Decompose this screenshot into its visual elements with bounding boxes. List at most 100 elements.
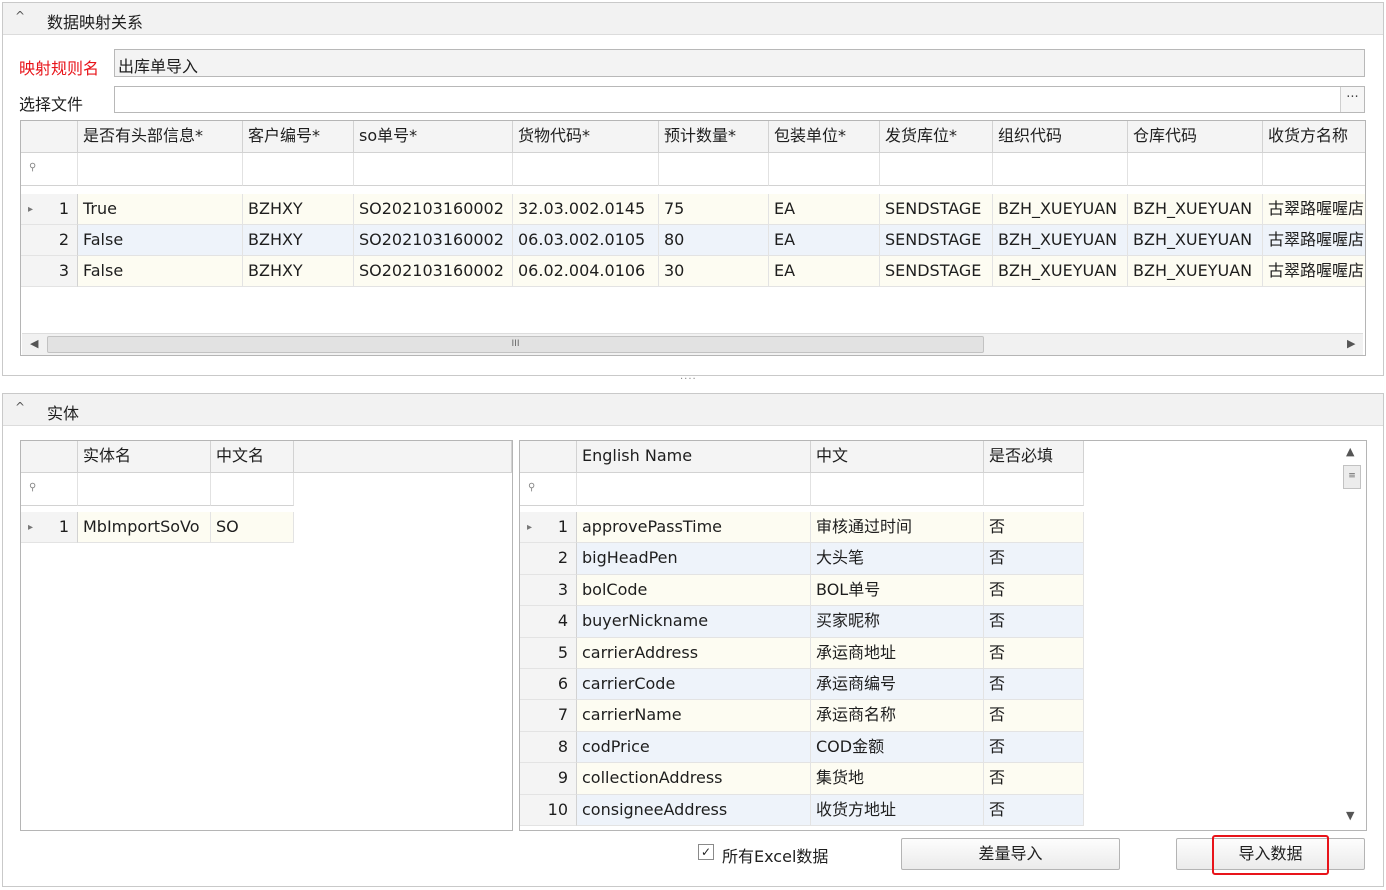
filter-cell[interactable] bbox=[354, 153, 513, 186]
column-header[interactable]: 客户编号* bbox=[243, 121, 354, 153]
grid-cell[interactable]: carrierAddress bbox=[577, 637, 811, 669]
grid-cell[interactable]: 否 bbox=[984, 700, 1084, 732]
grid-cell[interactable]: 30 bbox=[659, 256, 769, 287]
grid-cell[interactable]: 否 bbox=[984, 763, 1084, 795]
grid-cell[interactable]: 承运商名称 bbox=[811, 700, 984, 732]
grid-cell[interactable]: SO202103160002 bbox=[354, 194, 513, 225]
grid-cell[interactable]: BZH_XUEYUAN bbox=[993, 194, 1128, 225]
grid-cell[interactable]: EA bbox=[769, 256, 880, 287]
filter-cell[interactable] bbox=[984, 473, 1084, 506]
column-header[interactable]: 包装单位* bbox=[769, 121, 880, 153]
column-header[interactable]: 组织代码 bbox=[993, 121, 1128, 153]
grid-cell[interactable]: BZHXY bbox=[243, 225, 354, 256]
grid-cell[interactable]: 买家昵称 bbox=[811, 606, 984, 638]
field-grid-vscrollbar[interactable]: ▲ ≡ ▼ bbox=[1338, 441, 1366, 830]
filter-cell[interactable] bbox=[211, 473, 294, 506]
column-header[interactable]: 发货库位* bbox=[880, 121, 993, 153]
browse-file-button[interactable]: ··· bbox=[1340, 87, 1364, 112]
grid-cell[interactable]: bigHeadPen bbox=[577, 543, 811, 575]
grid-cell[interactable]: 大头笔 bbox=[811, 543, 984, 575]
filter-cell[interactable] bbox=[811, 473, 984, 506]
entity-panel-header[interactable]: ^ 实体 bbox=[3, 394, 1383, 426]
grid-cell[interactable]: 80 bbox=[659, 225, 769, 256]
column-header[interactable]: 预计数量* bbox=[659, 121, 769, 153]
grid-cell[interactable]: SO bbox=[211, 512, 294, 543]
grid-cell[interactable]: 否 bbox=[984, 669, 1084, 701]
panel-splitter[interactable]: ···· bbox=[680, 374, 697, 385]
grid-cell[interactable]: approvePassTime bbox=[577, 512, 811, 544]
grid-cell[interactable]: BZH_XUEYUAN bbox=[1128, 225, 1263, 256]
filter-cell[interactable] bbox=[78, 153, 243, 186]
grid-cell[interactable]: 否 bbox=[984, 637, 1084, 669]
collapse-caret-icon[interactable]: ^ bbox=[15, 400, 25, 414]
grid-cell[interactable]: False bbox=[78, 225, 243, 256]
grid-cell[interactable]: SENDSTAGE bbox=[880, 225, 993, 256]
column-header[interactable]: so单号* bbox=[354, 121, 513, 153]
grid-cell[interactable]: 否 bbox=[984, 543, 1084, 575]
grid-cell[interactable]: 06.02.004.0106 bbox=[513, 256, 659, 287]
filter-cell[interactable] bbox=[880, 153, 993, 186]
scroll-thumb[interactable]: III bbox=[47, 336, 984, 353]
mapping-grid-hscrollbar[interactable]: ◀ III ▶ bbox=[22, 333, 1363, 355]
import-data-button[interactable]: 导入数据 bbox=[1176, 838, 1365, 870]
column-header[interactable]: 中文 bbox=[811, 441, 984, 473]
filter-cell[interactable] bbox=[659, 153, 769, 186]
grid-cell[interactable]: BZHXY bbox=[243, 194, 354, 225]
grid-cell[interactable]: bolCode bbox=[577, 574, 811, 607]
filter-cell[interactable] bbox=[577, 473, 811, 506]
filter-cell[interactable] bbox=[993, 153, 1128, 186]
grid-cell[interactable]: 古翠路喔喔店 bbox=[1263, 256, 1365, 287]
grid-cell[interactable]: 32.03.002.0145 bbox=[513, 194, 659, 225]
grid-cell[interactable]: False bbox=[78, 256, 243, 287]
grid-cell[interactable]: 集货地 bbox=[811, 763, 984, 795]
grid-cell[interactable]: codPrice bbox=[577, 731, 811, 764]
filter-cell[interactable] bbox=[243, 153, 354, 186]
column-header[interactable]: 实体名 bbox=[78, 441, 211, 473]
grid-cell[interactable]: 古翠路喔喔店 bbox=[1263, 194, 1365, 225]
grid-cell[interactable]: MbImportSoVo bbox=[78, 512, 211, 543]
scroll-up-icon[interactable]: ▲ bbox=[1346, 445, 1354, 458]
grid-cell[interactable]: SENDSTAGE bbox=[880, 194, 993, 225]
mapping-panel-header[interactable]: ^ 数据映射关系 bbox=[3, 3, 1383, 35]
grid-cell[interactable]: BZH_XUEYUAN bbox=[993, 225, 1128, 256]
column-header[interactable]: English Name bbox=[577, 441, 811, 473]
filter-cell[interactable] bbox=[78, 473, 211, 506]
checkbox-checked-icon[interactable]: ✓ bbox=[698, 844, 714, 860]
scroll-down-icon[interactable]: ▼ bbox=[1346, 809, 1354, 822]
grid-cell[interactable]: BZH_XUEYUAN bbox=[1128, 256, 1263, 287]
column-header[interactable]: 货物代码* bbox=[513, 121, 659, 153]
column-header[interactable]: 是否必填 bbox=[984, 441, 1084, 473]
scroll-thumb[interactable]: ≡ bbox=[1343, 465, 1361, 489]
grid-cell[interactable]: 06.03.002.0105 bbox=[513, 225, 659, 256]
grid-cell[interactable]: BZH_XUEYUAN bbox=[993, 256, 1128, 287]
grid-cell[interactable]: 否 bbox=[984, 512, 1084, 544]
grid-cell[interactable]: 审核通过时间 bbox=[811, 512, 984, 544]
grid-cell[interactable]: 承运商编号 bbox=[811, 669, 984, 701]
grid-cell[interactable]: SO202103160002 bbox=[354, 256, 513, 287]
grid-cell[interactable]: True bbox=[78, 194, 243, 225]
scroll-right-icon[interactable]: ▶ bbox=[1347, 337, 1355, 350]
grid-cell[interactable]: BZH_XUEYUAN bbox=[1128, 194, 1263, 225]
filter-cell[interactable] bbox=[769, 153, 880, 186]
grid-cell[interactable]: collectionAddress bbox=[577, 763, 811, 795]
grid-cell[interactable]: 承运商地址 bbox=[811, 637, 984, 669]
file-path-input[interactable]: ··· bbox=[114, 86, 1365, 113]
column-header[interactable]: 仓库代码 bbox=[1128, 121, 1263, 153]
grid-cell[interactable]: consigneeAddress bbox=[577, 794, 811, 826]
grid-cell[interactable]: BZHXY bbox=[243, 256, 354, 287]
grid-cell[interactable]: EA bbox=[769, 194, 880, 225]
filter-cell[interactable] bbox=[513, 153, 659, 186]
grid-cell[interactable]: buyerNickname bbox=[577, 606, 811, 638]
filter-cell[interactable] bbox=[1128, 153, 1263, 186]
collapse-caret-icon[interactable]: ^ bbox=[15, 9, 25, 23]
grid-cell[interactable]: 否 bbox=[984, 574, 1084, 607]
scroll-left-icon[interactable]: ◀ bbox=[30, 337, 38, 350]
rule-name-field[interactable]: 出库单导入 bbox=[114, 49, 1365, 77]
grid-cell[interactable]: SENDSTAGE bbox=[880, 256, 993, 287]
grid-cell[interactable]: BOL单号 bbox=[811, 574, 984, 607]
grid-cell[interactable]: 否 bbox=[984, 794, 1084, 826]
filter-cell[interactable] bbox=[1263, 153, 1365, 186]
grid-cell[interactable]: 否 bbox=[984, 606, 1084, 638]
grid-cell[interactable]: 收货方地址 bbox=[811, 794, 984, 826]
grid-cell[interactable]: 75 bbox=[659, 194, 769, 225]
